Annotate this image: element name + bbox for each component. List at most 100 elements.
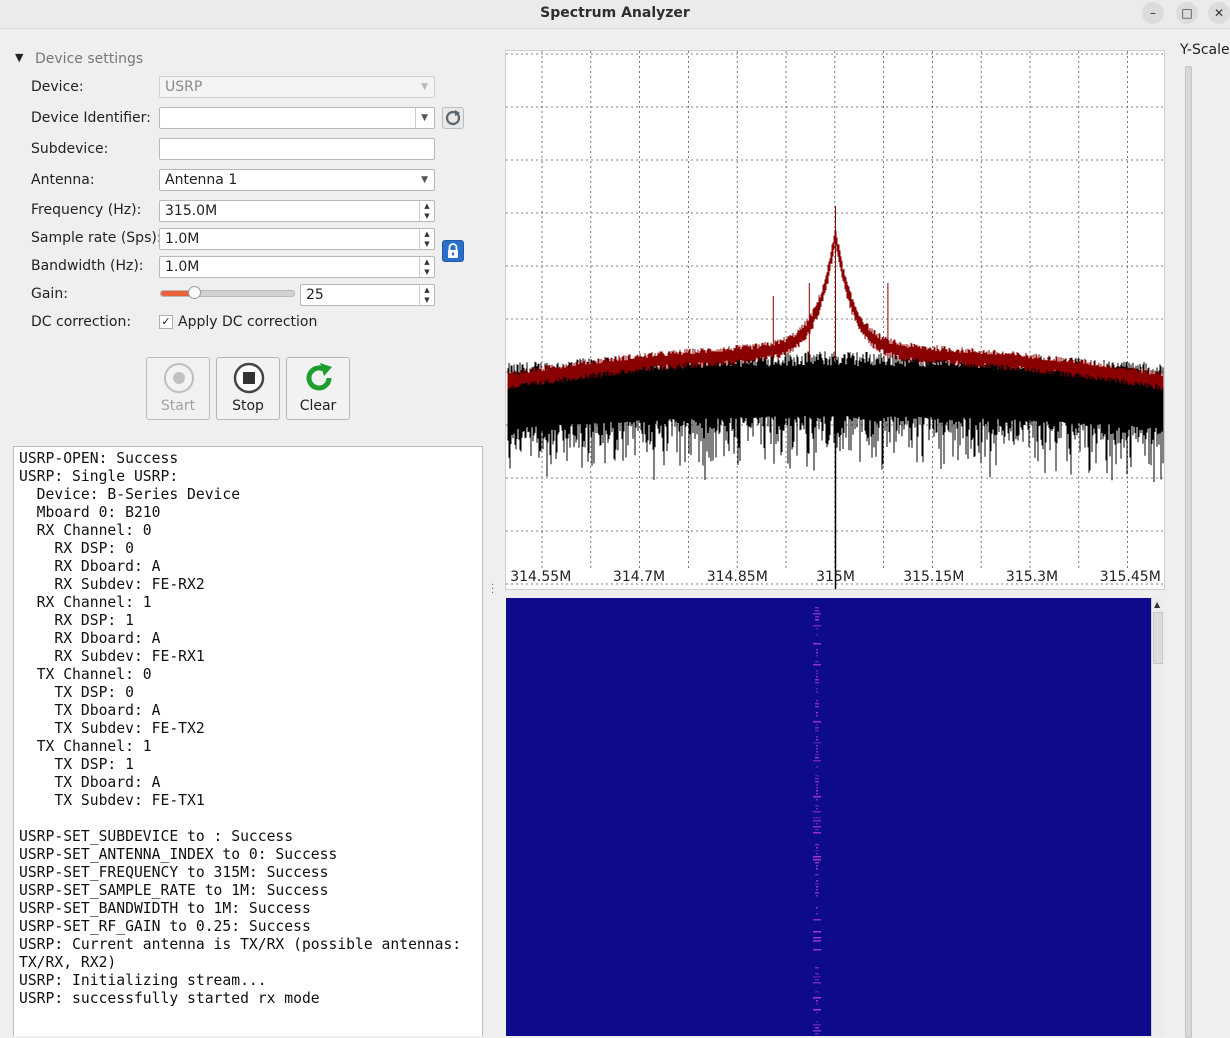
waterfall-signal-mark — [816, 895, 818, 897]
x-tick-label: 314.7M — [613, 569, 665, 585]
waterfall-signal-mark — [813, 1030, 821, 1032]
minimize-button[interactable]: – — [1142, 2, 1164, 24]
spin-arrows-icon[interactable]: ▲▼ — [419, 285, 434, 305]
chevron-up-icon[interactable]: ▲ — [1154, 600, 1160, 609]
waterfall-signal-mark — [813, 721, 821, 723]
waterfall-signal-mark — [816, 823, 818, 825]
stop-button[interactable]: Stop — [216, 357, 280, 420]
waterfall-signal-mark — [813, 931, 821, 933]
refresh-icon — [443, 108, 463, 128]
waterfall-signal-mark — [816, 652, 818, 654]
link-bandwidth-button[interactable] — [442, 240, 464, 262]
device-identifier-label: Device Identifier: — [31, 110, 151, 126]
section-title[interactable]: Device settings — [35, 51, 143, 67]
gain-value: 25 — [306, 287, 324, 303]
spin-arrows-icon[interactable]: ▲▼ — [419, 201, 434, 221]
waterfall-signal-mark — [815, 682, 819, 684]
x-axis-ticks: 314.55M314.7M314.85M315M315.15M315.3M315… — [506, 569, 1164, 587]
splitter-handle-icon[interactable]: ··· — [491, 584, 494, 596]
waterfall-signal-mark — [816, 1012, 818, 1014]
waterfall-signal-mark — [816, 1003, 818, 1005]
waterfall-signal-mark — [816, 700, 818, 702]
waterfall-signal-mark — [816, 889, 818, 891]
close-button[interactable]: ✕ — [1208, 2, 1230, 24]
waterfall-scrollbar[interactable]: ▲ — [1151, 598, 1165, 1036]
waterfall-signal-mark — [815, 829, 819, 831]
waterfall-signal-mark — [816, 853, 818, 855]
waterfall-signal-mark — [813, 760, 821, 762]
spectrum-plot[interactable]: 314.55M314.7M314.85M315M315.15M315.3M315… — [505, 50, 1165, 590]
waterfall-signal-mark — [813, 1009, 821, 1011]
device-combo[interactable]: USRP ▼ — [159, 76, 435, 98]
dc-correction-checkbox[interactable]: ✓ — [159, 315, 173, 329]
frequency-spinbox[interactable]: 315.0M ▲▼ — [159, 200, 435, 222]
waterfall-signal-mark — [815, 778, 819, 780]
waterfall-signal-mark — [813, 937, 821, 939]
waterfall-signal-mark — [816, 673, 818, 675]
log-console[interactable]: USRP-OPEN: Success USRP: Single USRP: De… — [13, 446, 483, 1036]
clear-button[interactable]: Clear — [286, 357, 350, 420]
waterfall-display[interactable] — [506, 598, 1151, 1036]
waterfall-signal-mark — [815, 805, 819, 807]
spin-arrows-icon[interactable]: ▲▼ — [419, 257, 434, 277]
frequency-value: 315.0M — [165, 203, 217, 219]
window-title: Spectrum Analyzer — [0, 5, 1230, 21]
waterfall-signal-mark — [815, 862, 819, 864]
waterfall-signal-mark — [813, 643, 821, 645]
bandwidth-label: Bandwidth (Hz): — [31, 258, 144, 274]
chevron-down-icon: ▼ — [421, 170, 428, 190]
waterfall-signal-mark — [813, 820, 821, 822]
device-identifier-combo[interactable]: ▼ — [159, 107, 435, 129]
waterfall-signal-mark — [816, 793, 818, 795]
frequency-label: Frequency (Hz): — [31, 202, 141, 218]
waterfall-signal-mark — [815, 706, 819, 708]
waterfall-signal-mark — [816, 712, 818, 714]
waterfall-signal-mark — [813, 949, 821, 951]
waterfall-signal-mark — [816, 865, 818, 867]
waterfall-signal-mark — [815, 844, 819, 846]
maximize-button[interactable]: □ — [1176, 2, 1198, 24]
minimize-icon: – — [1150, 6, 1156, 20]
sample-rate-spinbox[interactable]: 1.0M ▲▼ — [159, 228, 435, 250]
waterfall-signal-mark — [813, 811, 821, 813]
waterfall-signal-mark — [813, 859, 821, 861]
waterfall-signal-mark — [816, 784, 818, 786]
waterfall-signal-mark — [816, 691, 818, 693]
section-collapse-icon[interactable]: ▼ — [15, 51, 23, 64]
x-tick-label: 315M — [816, 569, 855, 585]
waterfall-signal-mark — [815, 1027, 819, 1029]
waterfall-signal-mark — [816, 787, 818, 789]
antenna-combo[interactable]: Antenna 1 ▼ — [159, 169, 435, 191]
gain-slider[interactable] — [160, 290, 295, 297]
waterfall-signal-mark — [816, 868, 818, 870]
waterfall-signal-mark — [816, 907, 818, 909]
start-button[interactable]: Start — [146, 357, 210, 420]
waterfall-signal-mark — [816, 724, 818, 726]
antenna-value: Antenna 1 — [165, 172, 237, 188]
refresh-icon — [302, 361, 336, 395]
waterfall-signal-mark — [815, 610, 819, 612]
waterfall-signal-mark — [815, 775, 819, 777]
gain-spinbox[interactable]: 25 ▲▼ — [300, 284, 435, 306]
waterfall-signal-mark — [816, 736, 818, 738]
waterfall-signal-mark — [816, 655, 818, 657]
waterfall-signal-mark — [815, 850, 819, 852]
refresh-devices-button[interactable] — [442, 107, 464, 129]
spin-arrows-icon[interactable]: ▲▼ — [419, 229, 434, 249]
scrollbar-thumb[interactable] — [1153, 612, 1163, 664]
bandwidth-value: 1.0M — [165, 259, 199, 275]
x-tick-label: 315.15M — [903, 569, 964, 585]
waterfall-signal-mark — [815, 979, 819, 981]
gain-slider-handle[interactable] — [188, 286, 201, 299]
stop-button-label: Stop — [217, 398, 279, 414]
bandwidth-spinbox[interactable]: 1.0M ▲▼ — [159, 256, 435, 278]
subdevice-input[interactable] — [159, 138, 435, 160]
waterfall-signal-mark — [816, 745, 818, 747]
yscale-slider[interactable] — [1185, 66, 1192, 1038]
waterfall-signal-mark — [815, 607, 819, 609]
waterfall-signal-mark — [815, 1033, 819, 1035]
waterfall-signal-mark — [813, 817, 821, 819]
dc-correction-checkbox-label[interactable]: Apply DC correction — [178, 314, 317, 330]
log-text: USRP-OPEN: Success USRP: Single USRP: De… — [14, 447, 482, 1008]
waterfall-signal-mark — [813, 997, 821, 999]
